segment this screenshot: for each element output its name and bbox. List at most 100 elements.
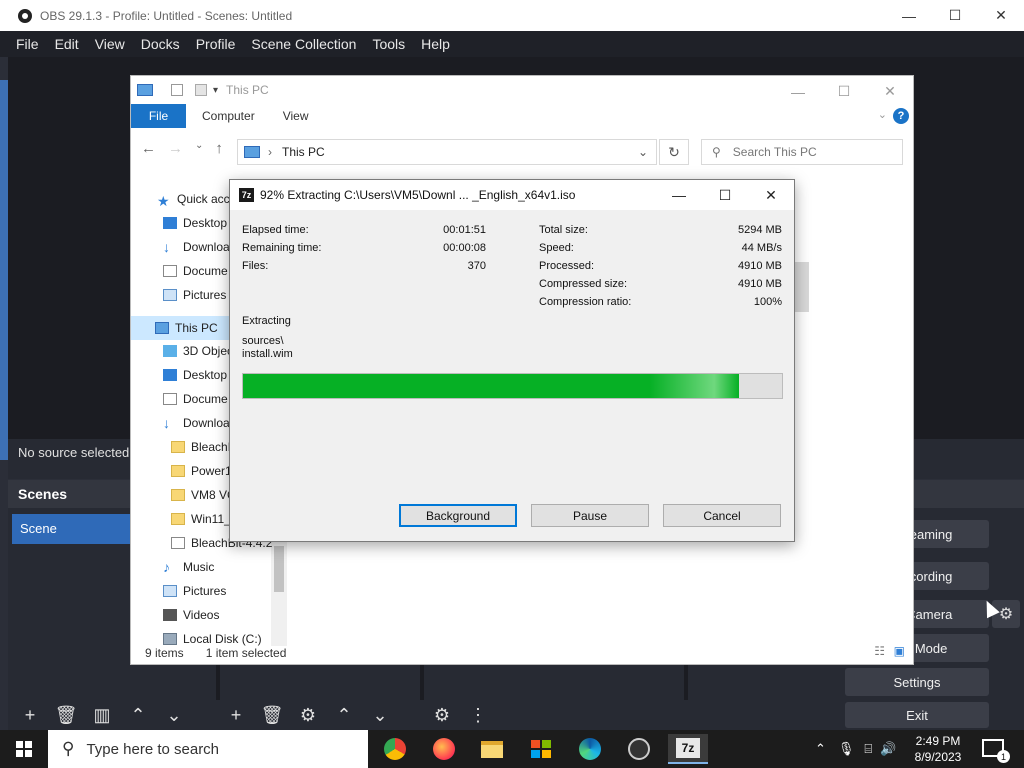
- nav-item-videos[interactable]: Videos: [163, 603, 219, 627]
- nav-item-documents[interactable]: Docume: [163, 259, 228, 283]
- nav-label: Local Disk (C:): [183, 632, 262, 646]
- explorer-address-bar: ← → ⌄ ↑ › This PC ⌄ ↻ ⚲ Search This PC: [131, 128, 913, 174]
- dialog-close-button[interactable]: ✕: [748, 180, 794, 210]
- chrome-app[interactable]: [375, 734, 415, 764]
- tray-chevron-icon[interactable]: ⌃: [815, 741, 826, 757]
- firefox-app[interactable]: [424, 734, 464, 764]
- add-icon[interactable]: +: [12, 705, 48, 726]
- search-input[interactable]: ⚲ Search This PC: [701, 139, 903, 165]
- nav-item-downloads[interactable]: ↓ Downloa: [163, 411, 230, 435]
- menu-file[interactable]: File: [16, 36, 39, 52]
- nav-item-quick-access[interactable]: ★ Quick acce: [157, 187, 236, 211]
- nav-item-documents[interactable]: Docume: [163, 387, 228, 411]
- cancel-button[interactable]: Cancel: [663, 504, 781, 527]
- 7zip-app[interactable]: 7z: [668, 734, 708, 764]
- file-explorer-app[interactable]: [472, 734, 512, 764]
- volume-icon[interactable]: 🔊: [880, 741, 896, 757]
- nav-item-folder[interactable]: VM8 VC: [171, 483, 236, 507]
- start-button[interactable]: [0, 730, 48, 768]
- minimize-button[interactable]: —: [886, 0, 932, 31]
- folder-icon: [481, 740, 503, 758]
- taskbar-clock[interactable]: 2:49 PM 8/9/2023: [906, 733, 970, 765]
- nav-item-this-pc[interactable]: This PC: [155, 316, 218, 340]
- content-scroll-segment: [795, 262, 809, 312]
- explorer-close-button[interactable]: ✕: [867, 76, 913, 107]
- move-down-icon[interactable]: ⌄: [362, 705, 398, 726]
- elapsed-value: 00:01:51: [443, 224, 486, 236]
- settings-button[interactable]: Settings: [845, 668, 989, 696]
- taskbar-search-input[interactable]: ⚲ Type here to search: [48, 730, 368, 768]
- up-arrow-icon[interactable]: ↑: [215, 140, 223, 157]
- move-up-icon[interactable]: ⌃: [120, 705, 156, 726]
- dialog-maximize-button[interactable]: ☐: [702, 180, 748, 210]
- gear-icon[interactable]: ⚙: [290, 705, 326, 726]
- pause-button[interactable]: Pause: [531, 504, 649, 527]
- edge-app[interactable]: [570, 734, 610, 764]
- notification-icon[interactable]: 1: [982, 739, 1010, 763]
- ratio-value: 100%: [753, 296, 782, 308]
- mixer-toolbar: ⚙ ⋮: [424, 700, 496, 730]
- back-arrow-icon[interactable]: ←: [141, 140, 156, 157]
- address-dropdown-icon[interactable]: ⌄: [638, 145, 648, 159]
- breadcrumb-chevron-icon[interactable]: ›: [268, 145, 272, 159]
- recent-dropdown-icon[interactable]: ⌄: [195, 140, 203, 157]
- refresh-icon[interactable]: ↻: [659, 139, 689, 165]
- close-button[interactable]: ✕: [978, 0, 1024, 31]
- menu-help[interactable]: Help: [421, 36, 450, 52]
- nav-scrollbar-thumb[interactable]: [274, 546, 284, 592]
- ribbon-tab-computer[interactable]: Computer: [202, 109, 255, 123]
- ribbon-tab-file[interactable]: File: [131, 104, 186, 128]
- address-input[interactable]: › This PC ⌄: [237, 139, 657, 165]
- nav-item-music[interactable]: ♪ Music: [163, 555, 214, 579]
- nav-item-folder[interactable]: Power1: [171, 459, 232, 483]
- nav-item-pictures[interactable]: Pictures: [163, 283, 226, 307]
- exit-button[interactable]: Exit: [845, 702, 989, 728]
- dialog-minimize-button[interactable]: —: [656, 180, 702, 210]
- move-up-icon[interactable]: ⌃: [326, 705, 362, 726]
- menu-edit[interactable]: Edit: [55, 36, 79, 52]
- large-icons-view-icon[interactable]: ▣: [894, 644, 905, 658]
- maximize-button[interactable]: ☐: [932, 0, 978, 31]
- disk-icon: [163, 633, 177, 645]
- forward-arrow-icon[interactable]: →: [168, 140, 183, 157]
- gear-icon[interactable]: ⚙: [424, 705, 460, 726]
- nav-item-desktop[interactable]: Desktop: [163, 211, 227, 235]
- menu-profile[interactable]: Profile: [196, 36, 236, 52]
- menu-tools[interactable]: Tools: [372, 36, 405, 52]
- menu-scene-collection[interactable]: Scene Collection: [251, 36, 356, 52]
- add-icon[interactable]: +: [218, 705, 254, 726]
- microphone-icon[interactable]: 🎙: [838, 741, 855, 757]
- nav-item-downloads[interactable]: ↓ Downloa: [163, 235, 230, 259]
- nav-item-pictures[interactable]: Pictures: [163, 579, 226, 603]
- quick-access-dropdown-icon[interactable]: ▾: [213, 85, 218, 96]
- nav-item-desktop[interactable]: Desktop: [163, 363, 227, 387]
- move-down-icon[interactable]: ⌄: [156, 705, 192, 726]
- new-folder-icon[interactable]: [195, 84, 207, 96]
- help-icon[interactable]: ?: [893, 108, 909, 124]
- nav-item-folder[interactable]: BleachB: [171, 435, 236, 459]
- filter-icon[interactable]: ▥: [84, 705, 120, 726]
- ribbon-expand-icon[interactable]: ⌄: [878, 108, 887, 121]
- app-icon: [171, 537, 185, 549]
- explorer-maximize-button[interactable]: ☐: [821, 76, 867, 107]
- background-button[interactable]: Background: [399, 504, 517, 527]
- explorer-minimize-button[interactable]: —: [775, 76, 821, 107]
- store-app[interactable]: [521, 734, 561, 764]
- nav-item-3d-objects[interactable]: 3D Objec: [163, 339, 233, 363]
- more-icon[interactable]: ⋮: [460, 705, 496, 726]
- nav-item-folder[interactable]: Win11_: [171, 507, 231, 531]
- trash-icon[interactable]: 🗑: [254, 705, 290, 726]
- network-icon[interactable]: ⌸: [864, 741, 872, 757]
- obs-app[interactable]: [619, 734, 659, 764]
- search-icon: ⚲: [712, 145, 721, 159]
- details-view-icon[interactable]: ☷: [874, 644, 885, 658]
- scene-item[interactable]: Scene: [12, 514, 130, 544]
- processed-label: Processed:: [539, 260, 595, 272]
- menu-view[interactable]: View: [95, 36, 125, 52]
- menu-docks[interactable]: Docks: [141, 36, 180, 52]
- properties-icon[interactable]: [171, 84, 183, 96]
- ribbon-tab-view[interactable]: View: [283, 109, 309, 123]
- trash-icon[interactable]: 🗑: [48, 705, 84, 726]
- folder-icon: [171, 513, 185, 525]
- taskbar: ⚲ Type here to search 7z ⌃ 🎙 ⌸ 🔊 2:49 PM…: [0, 730, 1024, 768]
